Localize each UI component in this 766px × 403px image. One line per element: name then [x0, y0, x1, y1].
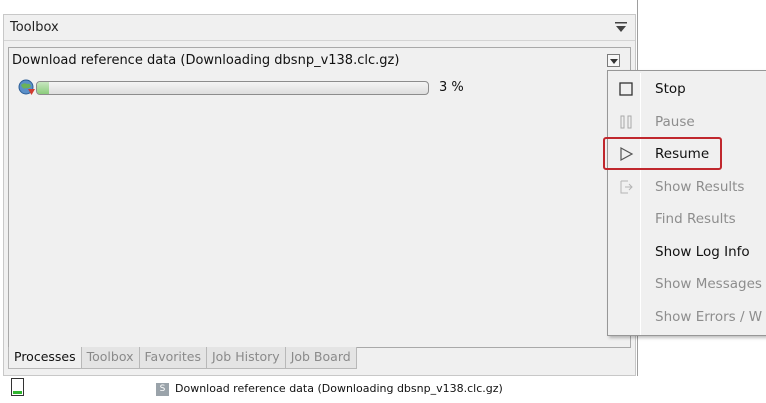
process-title: Download reference data (Downloading dbs…	[12, 53, 400, 68]
show-results-icon	[620, 180, 633, 193]
tab-processes[interactable]: Processes	[8, 347, 82, 369]
menu-item-show-results[interactable]: Show Results	[610, 171, 766, 203]
menu-item-show-log-info[interactable]: Show Log Info	[610, 236, 766, 268]
panel-menu-icon[interactable]	[615, 21, 627, 33]
menu-item-label: Show Log Info	[655, 243, 750, 260]
status-bar: S Download reference data (Downloading d…	[0, 376, 636, 403]
toolbox-title: Toolbox	[10, 20, 59, 35]
process-list: Download reference data (Downloading dbs…	[8, 47, 631, 348]
dropdown-arrow-icon[interactable]	[607, 54, 620, 67]
tab-toolbox[interactable]: Toolbox	[80, 347, 140, 369]
toolbox-header: Toolbox	[4, 15, 635, 41]
memory-indicator-icon[interactable]	[11, 378, 24, 396]
progress-percent: 3 %	[439, 80, 464, 95]
menu-item-label: Show Results	[655, 178, 745, 195]
menu-item-stop[interactable]: Stop	[610, 73, 766, 105]
status-badge: S	[156, 383, 169, 396]
globe-download-icon	[18, 79, 35, 95]
menu-item-pause[interactable]: Pause	[610, 106, 766, 138]
progress-fill	[37, 82, 49, 94]
bottom-tabs: Processes Toolbox Favorites Job History Job …	[8, 347, 357, 369]
menu-item-label: Stop	[655, 81, 686, 97]
tab-job-board[interactable]: Job Board	[284, 347, 357, 369]
menu-item-show-errors-w[interactable]: Show Errors / W	[610, 301, 766, 333]
toolbox-panel: Toolbox Download reference data (Downloa…	[3, 14, 636, 376]
menu-item-label: Find Results	[655, 211, 736, 227]
progress-bar	[36, 81, 429, 95]
menu-item-label: Show Errors / W	[655, 308, 763, 325]
status-text[interactable]: Download reference data (Downloading dbs…	[175, 382, 503, 395]
stop-icon	[619, 82, 633, 96]
menu-item-label: Pause	[655, 113, 695, 130]
tab-job-history[interactable]: Job History	[205, 347, 286, 369]
context-menu: Stop Pause Resume Show Results Find Results S…	[607, 70, 766, 336]
pause-icon	[620, 115, 632, 128]
tab-favorites[interactable]: Favorites	[138, 347, 207, 369]
menu-item-show-messages[interactable]: Show Messages	[610, 268, 766, 300]
resume-highlight-box	[603, 137, 722, 170]
menu-item-label: Show Messages	[655, 276, 762, 292]
menu-item-find-results[interactable]: Find Results	[610, 203, 766, 235]
